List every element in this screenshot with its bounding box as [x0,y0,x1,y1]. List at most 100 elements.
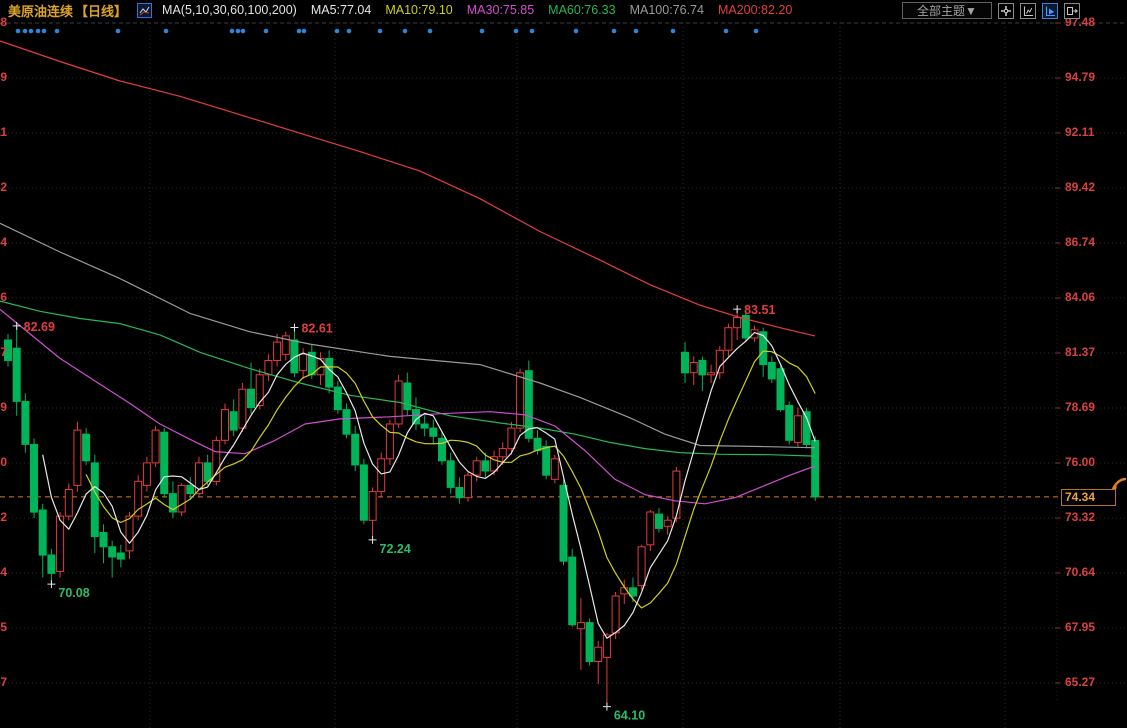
axis-label: 86.74 [0,235,7,249]
axis-label: 76.00 [0,455,7,469]
theme-dropdown[interactable]: 全部主题▼ [902,2,992,19]
candle [760,332,767,365]
candlestick-chart[interactable]: 82.6970.0882.6172.2464.1083.51 [0,0,1127,728]
candle [135,481,142,516]
candle [517,373,524,428]
candles [5,309,819,706]
candle [31,445,38,513]
candle [768,363,775,379]
auto-follow-icon[interactable] [1042,3,1058,19]
axis-label: 70.64 [0,565,7,579]
candle [239,389,246,428]
chart-toolbar: 全部主题▼ [902,2,1080,19]
ma-settings-label: MA(5,10,30,60,100,200) [162,3,297,17]
candle [22,401,29,444]
candle [57,516,64,571]
ma-value: MA200:82.20 [718,3,792,17]
candle [543,447,550,476]
ma-line-ma5 [43,333,816,639]
candle [256,375,263,406]
axis-label: 65.27 [1065,675,1095,689]
candle [300,354,307,370]
axis-label: 67.95 [1065,620,1095,634]
candle [716,350,723,373]
candle [456,488,463,498]
candle [673,471,680,518]
candle [274,342,281,360]
candle [65,490,72,517]
ma-value: MA100:76.74 [630,3,704,17]
candle [248,389,255,407]
axis-label: 84.06 [1065,290,1095,304]
ma-value: MA60:76.33 [548,3,615,17]
current-price-label: 74.34 [1061,489,1116,506]
shift-right-icon[interactable] [1064,3,1080,19]
candle [386,424,393,459]
candle [109,547,116,557]
axis-label: 92.11 [0,125,7,139]
candle [690,363,697,373]
candle [647,512,654,545]
axis-label: 89.42 [0,180,7,194]
candle [117,553,124,559]
candle [430,428,437,436]
candle [378,459,385,492]
candle [352,434,359,465]
price-annotations: 82.6970.0882.6172.2464.1083.51 [13,303,776,722]
annotation-label: 82.61 [301,322,332,336]
ma-value: MA5:77.04 [311,3,371,17]
candle [74,430,81,485]
ma-value: MA30:75.85 [467,3,534,17]
axis-label: 94.79 [1065,70,1095,84]
candle [213,440,220,481]
candle [39,510,46,555]
candle [794,416,801,443]
candle [569,557,576,625]
candle [473,461,480,475]
candle [465,475,472,498]
candle [577,623,584,629]
y-axis-scale-icon[interactable] [1020,3,1036,19]
candle [447,461,454,488]
annotation-label: 82.69 [24,320,55,334]
axis-label: 78.69 [0,400,7,414]
axis-label: 78.69 [1065,400,1095,414]
axis-label: 86.74 [1065,235,1095,249]
axis-label: 84.06 [0,290,7,304]
candle [656,514,663,528]
ma-values: MA5:77.04MA10:79.10MA30:75.85MA60:76.33M… [311,3,792,17]
candle [83,434,90,461]
candle [812,440,819,497]
axis-label: 81.37 [0,345,7,359]
candle [734,318,741,328]
gridlines [0,23,1127,728]
axis-label: 67.95 [0,620,7,634]
candle [161,432,168,493]
axis-label: 65.27 [0,675,7,689]
candle [187,485,194,493]
candle [482,461,489,471]
axis-label: 89.42 [1065,180,1095,194]
candle [439,438,446,461]
candle [126,516,133,551]
pan-icon[interactable] [998,3,1014,19]
event-dots [16,29,759,34]
annotation-label: 72.24 [380,542,411,556]
axis-label: 94.79 [0,70,7,84]
candle [682,352,689,373]
axis-label: 73.32 [0,510,7,524]
axis-label: 76.00 [1065,455,1095,469]
candle [777,369,784,410]
annotation-label: 64.10 [614,709,645,723]
candle [725,328,732,351]
candle [222,410,229,441]
candle [664,520,671,526]
candle [699,361,706,375]
mini-chart-icon[interactable] [137,3,152,18]
candle [360,465,367,520]
candle [612,596,619,633]
candle [551,459,558,480]
candle [343,410,350,435]
candle [638,547,645,586]
candle [204,463,211,481]
